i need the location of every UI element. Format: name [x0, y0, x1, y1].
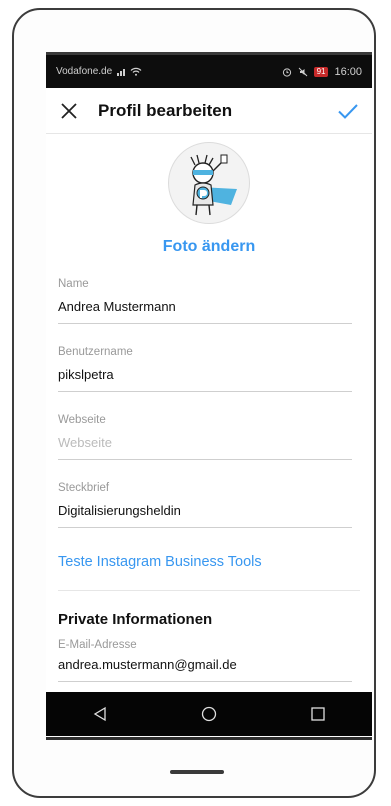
screen-bottom-edge [46, 737, 372, 740]
name-label: Name [58, 278, 89, 290]
clock: 16:00 [334, 65, 362, 78]
email-input[interactable]: andrea.mustermann@gmail.de [58, 657, 352, 682]
app-header: Profil bearbeiten [46, 88, 372, 134]
phone-speaker [170, 770, 224, 774]
screen: Vodafone.de 91 16:00 Profil bearbeiten F… [46, 55, 372, 735]
username-field: Benutzername pikslpetra [58, 346, 352, 392]
recents-button[interactable] [293, 692, 343, 736]
battery-indicator: 91 [313, 66, 329, 77]
edit-profile-form: Foto ändern Name Andrea Mustermann Benut… [46, 142, 372, 682]
android-nav-bar [46, 692, 372, 736]
website-label: Webseite [58, 414, 106, 426]
bio-field: Steckbrief Digitalisierungsheldin [58, 482, 352, 528]
wifi-icon [130, 67, 142, 76]
username-input[interactable]: pikslpetra [58, 367, 352, 392]
carrier-label: Vodafone.de [56, 66, 113, 77]
username-label: Benutzername [58, 346, 133, 358]
name-input[interactable]: Andrea Mustermann [58, 299, 352, 324]
change-photo-link[interactable]: Foto ändern [46, 238, 372, 256]
home-button[interactable] [184, 692, 234, 736]
email-label: E-Mail-Adresse [58, 639, 137, 651]
bio-label: Steckbrief [58, 482, 110, 494]
alarm-icon [282, 67, 291, 77]
signal-icon [117, 68, 126, 76]
superhero-illustration [190, 154, 237, 216]
status-bar: Vodafone.de 91 16:00 [46, 55, 372, 88]
status-left: Vodafone.de [56, 66, 142, 77]
recents-square-icon [310, 707, 325, 721]
website-field: Webseite Webseite [58, 414, 352, 460]
email-field: E-Mail-Adresse andrea.mustermann@gmail.d… [58, 639, 352, 682]
check-icon[interactable] [336, 99, 360, 123]
home-circle-icon [201, 706, 217, 722]
private-info-heading: Private Informationen [58, 611, 213, 628]
back-button[interactable] [75, 692, 125, 736]
profile-avatar[interactable] [168, 142, 250, 224]
business-tools-link[interactable]: Teste Instagram Business Tools [58, 554, 360, 591]
mute-icon [298, 67, 307, 76]
bio-input[interactable]: Digitalisierungsheldin [58, 503, 352, 528]
back-triangle-icon [94, 706, 106, 722]
website-input[interactable]: Webseite [58, 435, 352, 460]
close-icon[interactable] [58, 100, 80, 122]
page-title: Profil bearbeiten [98, 100, 233, 120]
avatar-container [46, 142, 372, 224]
status-right: 91 16:00 [282, 66, 362, 78]
name-field: Name Andrea Mustermann [58, 278, 352, 324]
